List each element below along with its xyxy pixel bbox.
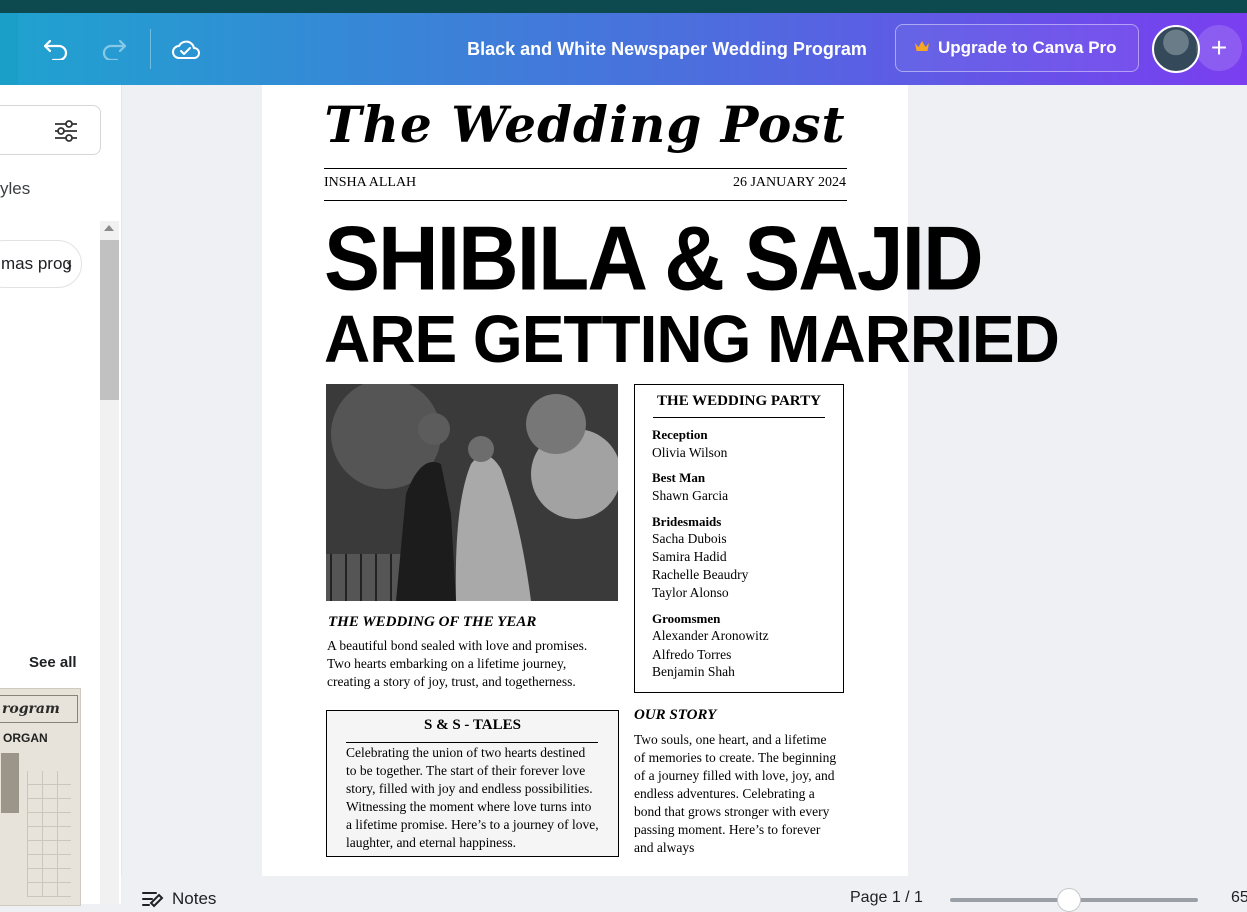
notes-label: Notes bbox=[172, 889, 217, 908]
role-reception: Reception bbox=[652, 427, 708, 442]
dateline-date: 26 JANUARY 2024 bbox=[732, 175, 846, 190]
toolbar-separator bbox=[150, 29, 151, 69]
tales-title: S & S - TALES bbox=[424, 717, 521, 733]
person-name: Shawn Garcia bbox=[652, 488, 729, 503]
toolbar-left-accent bbox=[0, 13, 18, 85]
dateline-left: INSHA ALLAH bbox=[324, 175, 417, 190]
text-line: A beautiful bond sealed with love and pr… bbox=[327, 638, 588, 653]
zoom-level[interactable]: 65 bbox=[1231, 889, 1247, 907]
template-thumbnail[interactable]: rogram ORGAN bbox=[0, 688, 81, 906]
thumbnail-art bbox=[1, 753, 19, 813]
panel-scrollbar-thumb[interactable] bbox=[100, 240, 119, 400]
person-name: Samira Hadid bbox=[652, 549, 727, 564]
person-name: Alfredo Torres bbox=[652, 647, 732, 662]
notes-icon bbox=[142, 892, 164, 908]
person-name: Benjamin Shah bbox=[652, 664, 735, 679]
upgrade-label: Upgrade to Canva Pro bbox=[938, 38, 1117, 57]
text-line: story, filled with joy and endless possi… bbox=[346, 781, 593, 796]
upgrade-button[interactable]: Upgrade to Canva Pro bbox=[895, 24, 1139, 72]
role-best-man: Best Man bbox=[652, 470, 706, 485]
masthead-rule-bottom bbox=[324, 200, 847, 201]
role-bridesmaids: Bridesmaids bbox=[652, 514, 722, 529]
filter-icon[interactable] bbox=[53, 118, 79, 149]
text-line: and always bbox=[634, 840, 695, 855]
headline-names: SHIBILA & SAJID bbox=[324, 207, 984, 309]
zoom-slider-knob[interactable] bbox=[1057, 888, 1082, 912]
text-line: Celebrating the union of two hearts dest… bbox=[346, 745, 586, 760]
person-name: Taylor Alonso bbox=[652, 585, 729, 600]
undo-icon bbox=[43, 39, 68, 60]
role-groomsmen: Groomsmen bbox=[652, 611, 721, 626]
headline-subtitle: ARE GETTING MARRIED bbox=[324, 301, 1060, 377]
save-status-button[interactable] bbox=[170, 33, 202, 65]
our-story-text: Two souls, one heart, and a lifetime of … bbox=[634, 731, 836, 857]
text-line: bond that grows stronger with every bbox=[634, 804, 830, 819]
couple-photo[interactable] bbox=[326, 384, 618, 601]
cloud-saved-icon bbox=[172, 40, 200, 59]
chip-label: mas prog bbox=[1, 254, 72, 273]
masthead: The Wedding Post bbox=[324, 95, 846, 154]
styles-section-label: yles bbox=[0, 179, 31, 198]
redo-icon bbox=[102, 39, 127, 60]
person-name: Rachelle Beaudry bbox=[652, 567, 749, 582]
wedding-of-year-text: A beautiful bond sealed with love and pr… bbox=[327, 637, 587, 691]
chevron-right-icon[interactable]: › bbox=[66, 255, 72, 276]
search-input[interactable] bbox=[0, 105, 101, 155]
tales-box: S & S - TALES Celebrating the union of t… bbox=[326, 710, 619, 857]
thumbnail-grid bbox=[27, 771, 71, 897]
undo-button[interactable] bbox=[40, 33, 72, 65]
page-indicator[interactable]: Page 1 / 1 bbox=[850, 889, 923, 907]
scroll-up-arrow-icon[interactable] bbox=[104, 225, 114, 231]
text-line: creating a story of joy, trust, and toge… bbox=[327, 674, 576, 689]
thumbnail-title: rogram bbox=[0, 695, 78, 723]
wedding-party-title: THE WEDDING PARTY bbox=[657, 393, 821, 409]
notes-button[interactable]: Notes bbox=[142, 889, 216, 909]
wedding-party-rule bbox=[653, 417, 825, 418]
text-line: endless adventures. Celebrating a bbox=[634, 786, 815, 801]
masthead-rule-top bbox=[324, 168, 847, 169]
add-collaborator-button[interactable]: + bbox=[1196, 25, 1242, 71]
thumbnail-name: ORGAN bbox=[3, 731, 48, 745]
tales-rule bbox=[346, 742, 598, 743]
text-line: to be together. The start of their forev… bbox=[346, 763, 586, 778]
crown-icon bbox=[914, 38, 930, 58]
document-title[interactable]: Black and White Newspaper Wedding Progra… bbox=[462, 39, 872, 60]
editor-toolbar: Black and White Newspaper Wedding Progra… bbox=[0, 13, 1247, 85]
text-line: Two hearts embarking on a lifetime journ… bbox=[327, 656, 567, 671]
text-line: of a journey filled with love, joy, and bbox=[634, 768, 835, 783]
wedding-party-box: THE WEDDING PARTY Reception Olivia Wilso… bbox=[634, 384, 844, 693]
design-page[interactable]: The Wedding Post INSHA ALLAH 26 JANUARY … bbox=[262, 85, 1060, 876]
text-line: of memories to create. The beginning bbox=[634, 750, 837, 765]
wedding-of-year-title: THE WEDDING OF THE YEAR bbox=[328, 614, 537, 630]
person-name: Olivia Wilson bbox=[652, 445, 728, 460]
person-name: Sacha Dubois bbox=[652, 531, 727, 546]
plus-icon: + bbox=[1210, 32, 1228, 63]
text-line: a lifetime promise. Here’s to a journey … bbox=[346, 817, 599, 832]
user-avatar[interactable] bbox=[1152, 25, 1200, 73]
side-panel: yles mas prog › See all rogram ORGAN bbox=[0, 85, 122, 906]
text-line: Witnessing the moment where love turns i… bbox=[346, 799, 592, 814]
text-line: Two souls, one heart, and a lifetime bbox=[634, 732, 827, 747]
window-top-strip bbox=[0, 0, 1247, 13]
see-all-link[interactable]: See all bbox=[29, 654, 77, 671]
our-story-title: OUR STORY bbox=[634, 707, 717, 723]
redo-button[interactable] bbox=[98, 33, 130, 65]
tales-text: Celebrating the union of two hearts dest… bbox=[346, 744, 599, 852]
person-name: Alexander Aronowitz bbox=[652, 628, 769, 643]
text-line: laughter, and eternal happiness. bbox=[346, 835, 517, 850]
text-line: passing moment. Here’s to forever bbox=[634, 822, 821, 837]
